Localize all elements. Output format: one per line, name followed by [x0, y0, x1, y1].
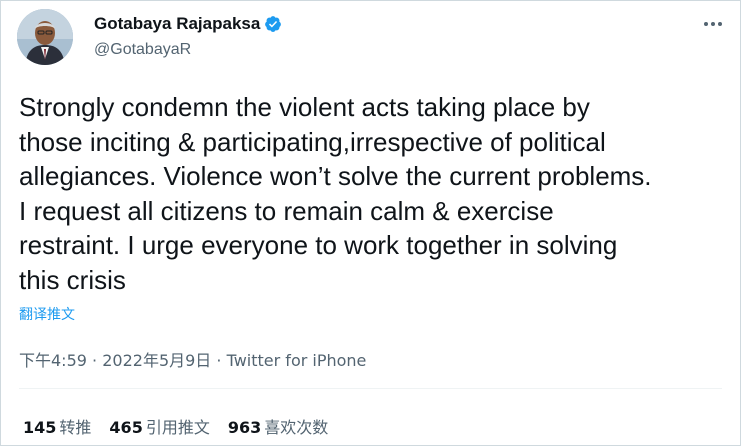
tweet-stats: 145 转推 465 引用推文 963 喜欢次数	[23, 414, 328, 438]
likes-stat[interactable]: 963 喜欢次数	[228, 414, 328, 438]
quotes-label: 引用推文	[145, 418, 210, 437]
stats-divider	[19, 388, 722, 389]
quotes-count: 465	[109, 418, 143, 437]
retweets-count: 145	[23, 418, 57, 437]
more-options-icon[interactable]	[702, 13, 724, 35]
verified-badge-icon	[264, 15, 282, 33]
tweet-source[interactable]: Twitter for iPhone	[227, 351, 367, 370]
translate-tweet-link[interactable]: 翻译推文	[19, 304, 75, 324]
author-display-name[interactable]: Gotabaya Rajapaksa	[94, 14, 260, 34]
meta-separator: ·	[92, 351, 98, 370]
retweets-stat[interactable]: 145 转推	[23, 414, 91, 438]
retweets-label: 转推	[59, 418, 92, 437]
author-name-row[interactable]: Gotabaya Rajapaksa	[94, 14, 282, 34]
author-avatar[interactable]	[17, 9, 73, 65]
tweet-metadata: 下午4:59 · 2022年5月9日 · Twitter for iPhone	[19, 347, 366, 371]
likes-label: 喜欢次数	[264, 418, 329, 437]
likes-count: 963	[227, 418, 262, 437]
author-handle[interactable]: @GotabayaR	[94, 41, 191, 59]
tweet-card: Gotabaya Rajapaksa @GotabayaR Strongly c…	[0, 0, 741, 446]
tweet-time[interactable]: 下午4:59	[19, 351, 87, 370]
quotes-stat[interactable]: 465 引用推文	[109, 414, 209, 438]
tweet-text: Strongly condemn the violent acts taking…	[19, 92, 652, 295]
meta-separator: ·	[216, 351, 222, 370]
tweet-date[interactable]: 2022年5月9日	[102, 351, 211, 370]
avatar-portrait-icon	[17, 9, 73, 65]
